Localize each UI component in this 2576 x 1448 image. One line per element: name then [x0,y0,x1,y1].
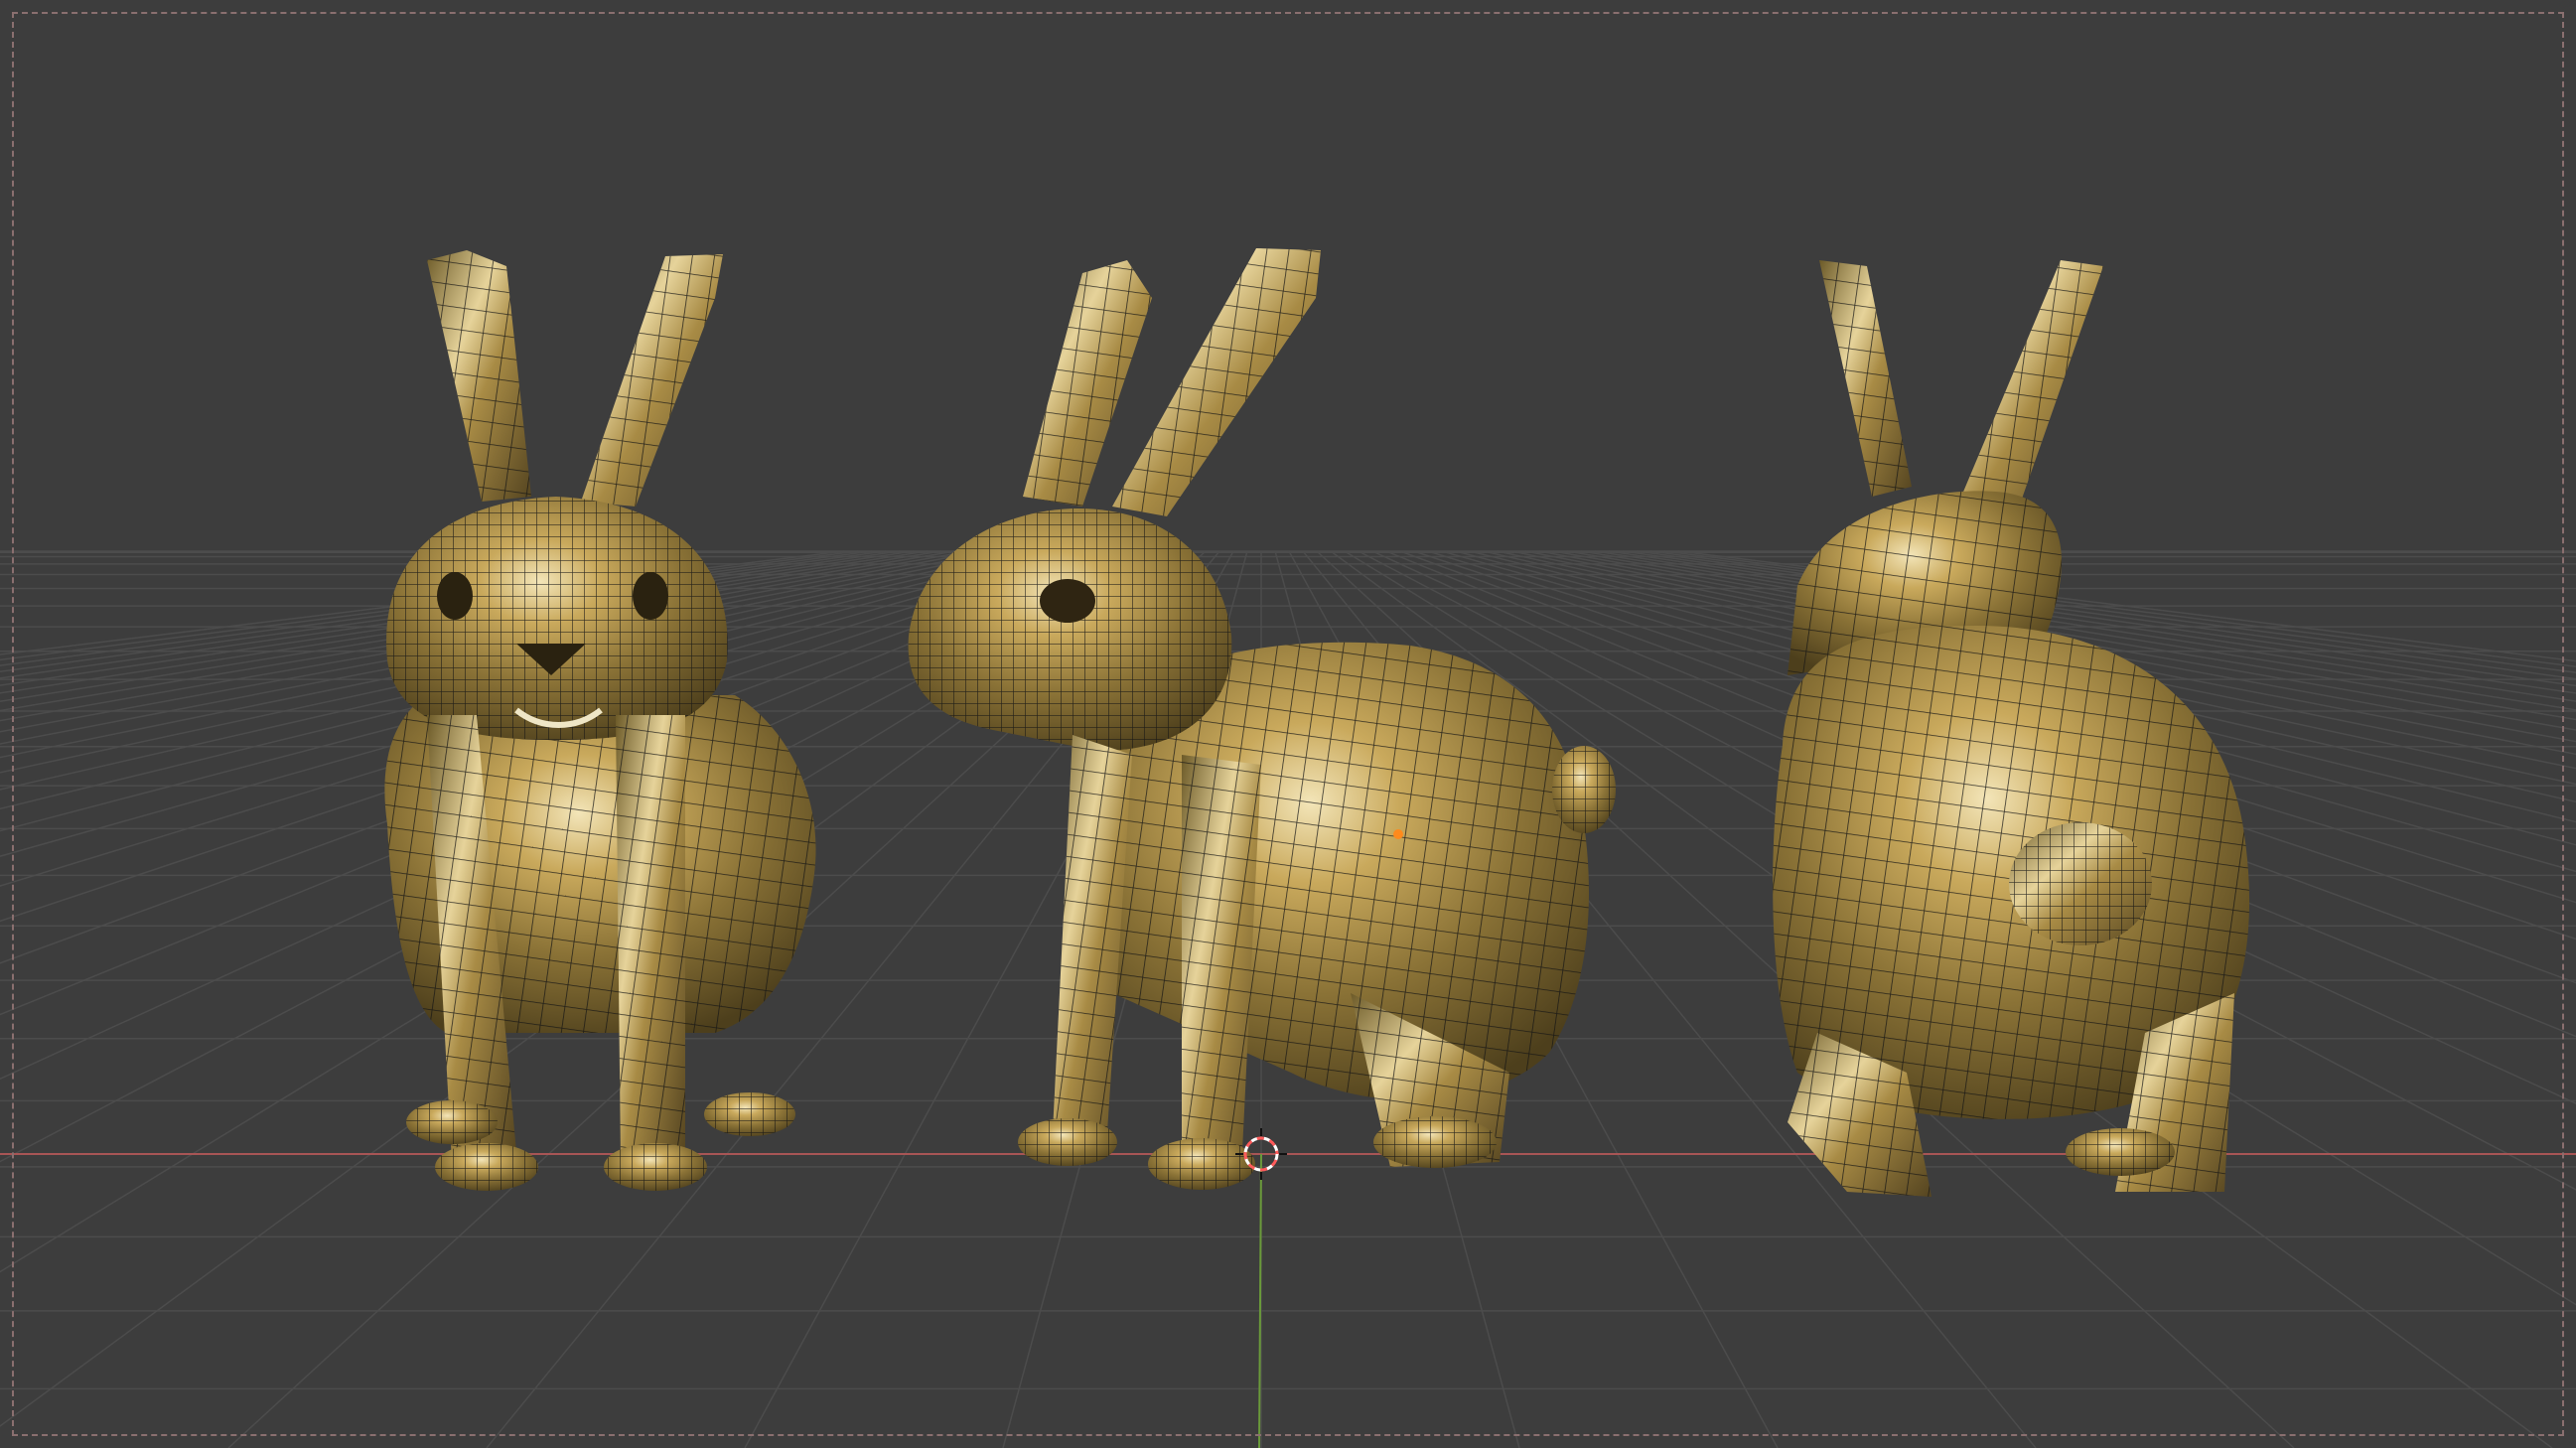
viewport-canvas[interactable] [0,0,2576,1448]
3d-viewport[interactable] [0,0,2576,1448]
bunny-back[interactable] [1773,260,2250,1197]
object-origin-marker[interactable] [1393,829,1403,839]
bunny-front[interactable] [384,250,816,1191]
bunny-three-quarter[interactable] [908,248,1616,1190]
